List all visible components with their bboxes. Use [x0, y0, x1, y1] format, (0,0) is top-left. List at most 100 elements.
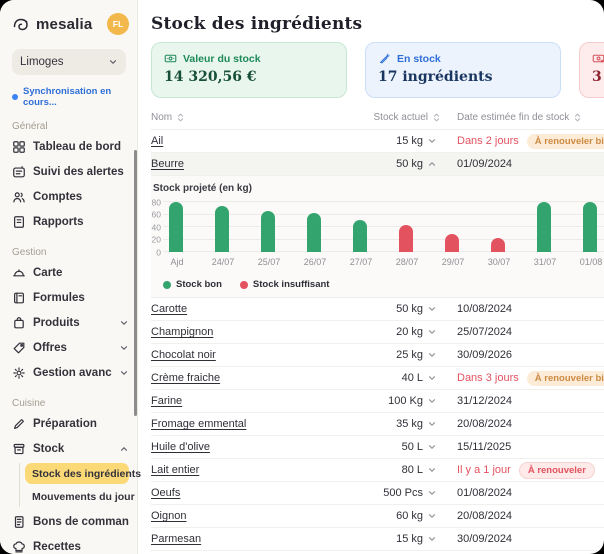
logo-row: mesalia FL — [12, 12, 129, 36]
sidebar-item-label: Comptes — [33, 191, 129, 203]
table-row[interactable]: Oignon 60 kg 20/08/2024 — [151, 505, 604, 528]
cloche-icon — [12, 266, 26, 280]
column-header-date-fin-de-stock[interactable]: Date estimée fin de stock — [457, 112, 604, 123]
dashboard-grid-icon — [12, 140, 26, 154]
table-row[interactable]: Ail 15 kg Dans 2 joursÀ renouveler bient… — [151, 130, 604, 153]
alert-message-icon — [12, 165, 26, 179]
table-row[interactable]: Carotte 50 kg 10/08/2024 — [151, 298, 604, 321]
table-row[interactable]: Fromage emmental 35 kg 20/08/2024 — [151, 413, 604, 436]
projected-stock-chart: Stock projeté (en kg) 020406080 Ajd24/07… — [151, 176, 604, 298]
row-chevron-up-icon[interactable] — [423, 159, 441, 169]
stock-value: 100 Kg — [361, 395, 423, 407]
stat-cards: Valeur du stock 14 320,56 € En stock 17 … — [151, 42, 604, 98]
chevron-up-icon — [119, 444, 129, 454]
sidebar-scrollbar[interactable] — [134, 150, 137, 416]
ingredient-link[interactable]: Huile d'olive — [151, 441, 361, 453]
ingredient-link[interactable]: Beurre — [151, 158, 361, 170]
sidebar-item-suivi-des-alertes[interactable]: Suivi des alertes — [12, 159, 129, 184]
row-chevron-down-icon[interactable] — [423, 419, 441, 429]
sidebar-item-offres[interactable]: Offres — [12, 335, 129, 360]
sidebar-item-preparation[interactable]: Préparation — [12, 411, 129, 436]
table-row[interactable]: Lait entier 80 L Il y a 1 jourÀ renouvel… — [151, 459, 604, 482]
chevron-down-icon — [119, 368, 129, 378]
column-header-stock-actuel[interactable]: Stock actuel — [361, 112, 441, 123]
row-chevron-down-icon[interactable] — [423, 465, 441, 475]
chart-xlabels: Ajd24/0725/0726/0727/0728/0729/0730/0731… — [163, 257, 604, 267]
section-label-cuisine: Cuisine — [12, 398, 129, 409]
ingredient-link[interactable]: Chocolat noir — [151, 349, 361, 361]
row-chevron-down-icon[interactable] — [423, 488, 441, 498]
sidebar-item-formules[interactable]: Formules — [12, 285, 129, 310]
row-chevron-down-icon[interactable] — [423, 442, 441, 452]
chart-ytick-label: 0 — [156, 248, 161, 257]
location-selector[interactable]: Limoges — [12, 49, 126, 75]
date-value: Dans 3 jours — [457, 372, 519, 384]
sidebar-item-stock[interactable]: Stock — [12, 436, 129, 461]
ingredient-link[interactable]: Farine — [151, 395, 361, 407]
archive-box-icon — [12, 442, 26, 456]
ingredient-link[interactable]: Crème fraiche — [151, 372, 361, 384]
row-chevron-down-icon[interactable] — [423, 327, 441, 337]
table-header-row: Nom Stock actuel Date estimée fin de sto… — [151, 106, 604, 130]
ingredient-link[interactable]: Fromage emmental — [151, 418, 361, 430]
stock-value: 15 kg — [361, 135, 423, 147]
shopping-bag-icon — [12, 316, 26, 330]
chart-ytick-label: 60 — [152, 210, 161, 219]
ingredient-link[interactable]: Carotte — [151, 303, 361, 315]
sidebar-item-label: Préparation — [33, 418, 129, 430]
chart-legend-item: Stock insuffisant — [240, 279, 330, 290]
table-row-expanded[interactable]: Beurre 50 kg 01/09/2024 — [151, 153, 604, 176]
sort-icon — [432, 113, 441, 122]
sidebar-item-carte[interactable]: Carte — [12, 260, 129, 285]
row-chevron-down-icon[interactable] — [423, 511, 441, 521]
status-badge: À renouveler bientôt — [527, 134, 604, 149]
table-row[interactable]: Chocolat noir 25 kg 30/09/2026 — [151, 344, 604, 367]
table-row[interactable]: Oeufs 500 Pcs 01/08/2024 — [151, 482, 604, 505]
chart-xtick-label: 26/07 — [301, 257, 329, 267]
row-chevron-down-icon[interactable] — [423, 373, 441, 383]
ingredient-link[interactable]: Ail — [151, 135, 361, 147]
row-chevron-down-icon[interactable] — [423, 136, 441, 146]
sidebar-item-bons-de-commandes[interactable]: Bons de commandes — [12, 509, 129, 534]
table-row[interactable]: Crème fraiche 40 L Dans 3 joursÀ renouve… — [151, 367, 604, 390]
row-chevron-down-icon[interactable] — [423, 304, 441, 314]
table-row[interactable]: Champignon 20 kg 25/07/2024 — [151, 321, 604, 344]
chart-bar — [307, 213, 321, 252]
chart-xtick-label: Ajd — [163, 257, 191, 267]
stock-value: 15 kg — [361, 533, 423, 545]
column-header-nom[interactable]: Nom — [151, 112, 361, 123]
sidebar-item-recettes[interactable]: Recettes — [12, 534, 129, 554]
row-chevron-down-icon[interactable] — [423, 350, 441, 360]
sidebar-item-produits[interactable]: Produits — [12, 310, 129, 335]
sidebar-item-gestion-avancee[interactable]: Gestion avancée — [12, 360, 129, 385]
chevron-down-icon — [108, 57, 118, 67]
table-row[interactable]: Farine 100 Kg 31/12/2024 — [151, 390, 604, 413]
ingredient-link[interactable]: Lait entier — [151, 464, 361, 476]
row-chevron-down-icon[interactable] — [423, 396, 441, 406]
stock-value: 35 kg — [361, 418, 423, 430]
chart-legend: Stock bonStock insuffisant — [163, 279, 604, 290]
sidebar-item-label: Suivi des alertes — [33, 166, 129, 178]
card-label-text: En stock — [397, 53, 441, 65]
chart-ytick-label: 40 — [152, 223, 161, 232]
row-chevron-down-icon[interactable] — [423, 534, 441, 544]
card-value: 14 320,56 € — [164, 69, 334, 85]
app-window: mesalia FL Limoges Synchronisation en co… — [0, 0, 604, 554]
ingredient-link[interactable]: Oignon — [151, 510, 361, 522]
chevron-down-icon — [119, 343, 129, 353]
sidebar-item-tableau-de-bord[interactable]: Tableau de bord — [12, 134, 129, 159]
table-row[interactable]: Huile d'olive 50 L 15/11/2025 — [151, 436, 604, 459]
ingredient-link[interactable]: Champignon — [151, 326, 361, 338]
sidebar-item-comptes[interactable]: Comptes — [12, 184, 129, 209]
chart-xtick-label: 01/08 — [577, 257, 604, 267]
stock-value: 500 Pcs — [361, 487, 423, 499]
table-row[interactable]: Parmesan 15 kg 30/09/2024 — [151, 528, 604, 551]
date-value: 01/08/2024 — [457, 487, 512, 499]
sidebar-subitem-stock-des-ingredients[interactable]: Stock des ingrédients — [25, 463, 129, 484]
sidebar-item-rapports[interactable]: Rapports — [12, 209, 129, 234]
avatar[interactable]: FL — [107, 13, 129, 35]
ingredient-link[interactable]: Parmesan — [151, 533, 361, 545]
gear-icon — [12, 366, 26, 380]
ingredient-link[interactable]: Oeufs — [151, 487, 361, 499]
sidebar-subitem-mouvements-du-jour[interactable]: Mouvements du jour — [25, 486, 129, 507]
